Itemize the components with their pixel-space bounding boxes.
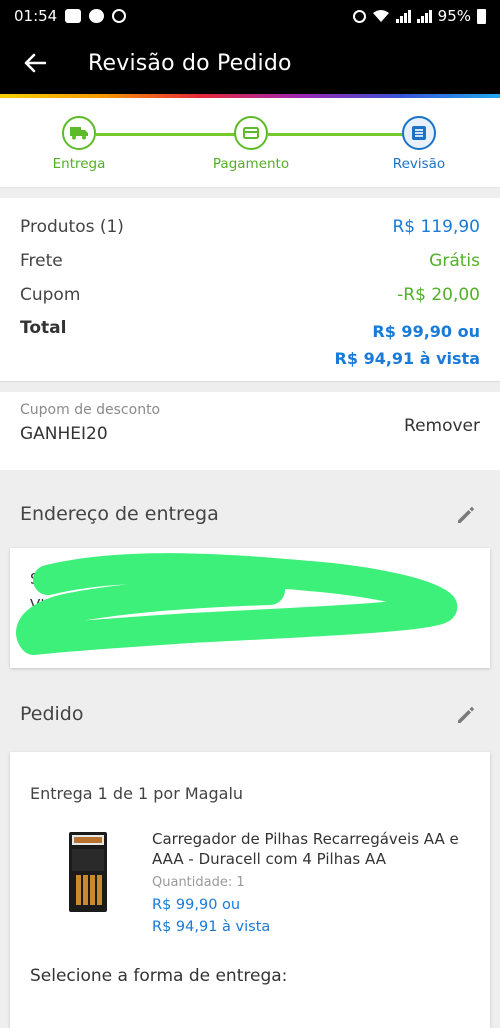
order-card: Entrega 1 de 1 por Magalu Carregador de … [10, 752, 490, 1028]
total-label: Total [20, 318, 67, 338]
do-not-disturb-icon [112, 9, 127, 23]
step-circle [402, 116, 436, 150]
shipping-label: Frete [20, 251, 63, 271]
app-bar: Revisão do Pedido [0, 32, 500, 94]
order-summary: Produtos (1) R$ 119,90 Frete Grátis Cupo… [0, 198, 500, 382]
edit-address-icon[interactable] [454, 503, 478, 527]
product-info: Carregador de Pilhas Recarregáveis AA e … [152, 829, 470, 938]
back-button[interactable] [22, 50, 48, 76]
step-circle [62, 116, 96, 150]
address-card[interactable]: SA VILA [10, 548, 490, 668]
card-icon [243, 127, 259, 139]
order-section-header: Pedido [0, 686, 500, 742]
summary-shipping-row: Frete Grátis [20, 244, 480, 278]
delivery-carrier: Entrega 1 de 1 por Magalu [30, 784, 244, 803]
product-item[interactable]: Carregador de Pilhas Recarregáveis AA e … [30, 829, 470, 938]
product-price-installment: R$ 99,90 ou [152, 897, 241, 913]
address-section-header: Endereço de entrega [0, 486, 500, 542]
status-time: 01:54 [14, 7, 58, 25]
battery-charger-image [69, 832, 107, 912]
product-price-cash: R$ 94,91 à vista [152, 919, 271, 935]
step-label: Pagamento [212, 156, 290, 172]
product-price: R$ 99,90 ou R$ 94,91 à vista [152, 894, 470, 938]
page-title: Revisão do Pedido [88, 50, 292, 76]
arrow-left-icon [24, 53, 46, 73]
coupon-value: -R$ 20,00 [397, 285, 480, 305]
step-label: Entrega [52, 156, 106, 172]
list-icon [412, 126, 426, 140]
alarm-icon [352, 9, 366, 23]
step-revisao[interactable]: Revisão [359, 116, 479, 172]
products-value: R$ 119,90 [392, 217, 480, 237]
notification-icon [65, 9, 82, 23]
total-value: R$ 99,90 ou R$ 94,91 à vista [335, 318, 480, 372]
shipping-value: Grátis [429, 251, 480, 271]
products-label: Produtos (1) [20, 217, 124, 237]
coupon-section: Cupom de desconto GANHEI20 Remover [0, 392, 500, 470]
battery-icon [477, 8, 486, 24]
total-value-cash: R$ 94,91 à vista [334, 349, 480, 368]
product-thumbnail [68, 831, 108, 913]
redaction-scribble [16, 553, 458, 655]
checkout-stepper: Entrega Pagamento Revisão [0, 98, 500, 188]
remove-coupon-button[interactable]: Remover [404, 416, 480, 436]
step-entrega[interactable]: Entrega [19, 116, 139, 172]
product-quantity: Quantidade: 1 [152, 875, 245, 890]
order-heading: Pedido [20, 703, 84, 725]
app-notification-icon [89, 9, 105, 23]
battery-percent: 95% [437, 7, 471, 25]
address-heading: Endereço de entrega [20, 503, 219, 525]
edit-order-icon[interactable] [454, 703, 478, 727]
summary-total-row: Total R$ 99,90 ou R$ 94,91 à vista [20, 312, 480, 372]
coupon-label: Cupom [20, 285, 81, 305]
step-pagamento[interactable]: Pagamento [191, 116, 311, 172]
truck-icon [70, 127, 88, 140]
select-delivery-label: Selecione a forma de entrega: [30, 966, 288, 986]
wifi-icon [372, 10, 389, 22]
summary-products-row: Produtos (1) R$ 119,90 [20, 210, 480, 244]
summary-coupon-row: Cupom -R$ 20,00 [20, 278, 480, 312]
step-label: Revisão [392, 156, 446, 172]
step-circle [234, 116, 268, 150]
product-name: Carregador de Pilhas Recarregáveis AA e … [152, 830, 459, 868]
status-bar: 01:54 95% [0, 0, 500, 32]
signal-2-icon [416, 9, 432, 23]
signal-icon [395, 9, 411, 23]
total-value-installment: R$ 99,90 ou [372, 322, 480, 341]
